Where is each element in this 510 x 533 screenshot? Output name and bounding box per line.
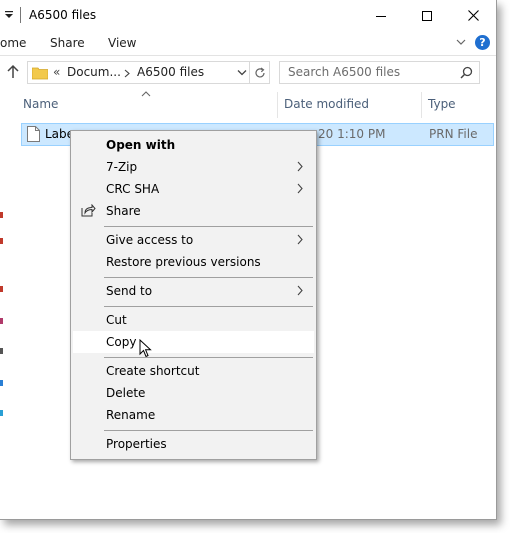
nav-pane-fragment <box>0 348 3 354</box>
menu-item-7zip[interactable]: 7-Zip <box>73 156 314 178</box>
breadcrumb-chevron-icon <box>124 69 130 78</box>
column-date-modified[interactable]: Date modified <box>284 97 369 111</box>
tab-view[interactable]: View <box>108 36 136 50</box>
menu-item-open-with[interactable]: Open with <box>73 134 314 156</box>
menu-item-label: Restore previous versions <box>106 255 261 269</box>
menu-item-label: Properties <box>106 437 167 451</box>
submenu-arrow-icon <box>297 161 303 172</box>
title-bar: A6500 files <box>0 0 496 31</box>
menu-item-copy[interactable]: Copy <box>73 331 314 353</box>
menu-item-properties[interactable]: Properties <box>73 433 314 455</box>
menu-item-label: Rename <box>106 408 156 422</box>
help-icon[interactable]: ? <box>475 35 490 50</box>
minimize-button[interactable] <box>358 0 404 31</box>
nav-pane-fragment <box>0 212 3 218</box>
submenu-arrow-icon <box>297 183 303 194</box>
mouse-pointer-icon <box>139 339 152 358</box>
expand-ribbon-icon[interactable] <box>456 37 466 47</box>
menu-separator <box>104 277 313 278</box>
menu-item-cut[interactable]: Cut <box>73 309 314 331</box>
nav-pane-fragment <box>0 286 3 292</box>
menu-item-crc-sha[interactable]: CRC SHA <box>73 178 314 200</box>
title-separator <box>20 7 21 23</box>
nav-pane-fragment <box>0 380 3 386</box>
ribbon-tabs: ome Share View ? <box>0 31 496 56</box>
file-type: PRN File <box>429 127 478 141</box>
search-icon[interactable] <box>460 66 473 79</box>
search-input[interactable] <box>288 65 453 79</box>
menu-item-share[interactable]: Share <box>73 200 314 222</box>
document-icon <box>27 126 40 142</box>
overflow-chevron[interactable]: « <box>53 65 60 79</box>
file-date: 20 1:10 PM <box>318 127 386 141</box>
menu-item-label: Share <box>106 204 141 218</box>
tab-share[interactable]: Share <box>50 36 85 50</box>
column-divider[interactable] <box>277 92 278 118</box>
nav-pane-fragment <box>0 318 3 324</box>
nav-pane-fragment <box>0 238 3 244</box>
column-divider[interactable] <box>421 92 422 118</box>
menu-item-delete[interactable]: Delete <box>73 382 314 404</box>
submenu-arrow-icon <box>297 234 303 245</box>
menu-item-label: Cut <box>106 313 127 327</box>
refresh-icon <box>254 67 265 77</box>
column-type[interactable]: Type <box>428 97 456 111</box>
breadcrumb-current[interactable]: A6500 files <box>137 65 204 79</box>
submenu-arrow-icon <box>297 285 303 296</box>
sort-ascending-icon <box>141 91 151 97</box>
menu-item-label: Give access to <box>106 233 194 247</box>
menu-separator <box>104 430 313 431</box>
menu-item-label: Create shortcut <box>106 364 200 378</box>
tab-home[interactable]: ome <box>0 36 26 50</box>
address-bar[interactable]: « Docum... A6500 files <box>27 61 250 84</box>
maximize-icon <box>422 10 432 21</box>
share-icon <box>81 204 96 217</box>
chevron-down-icon[interactable] <box>237 69 247 77</box>
menu-separator <box>104 306 313 307</box>
refresh-button[interactable] <box>250 61 270 84</box>
menu-item-label: Delete <box>106 386 146 400</box>
folder-icon <box>32 67 48 80</box>
maximize-button[interactable] <box>404 0 450 31</box>
menu-separator <box>104 226 313 227</box>
menu-item-rename[interactable]: Rename <box>73 404 314 426</box>
nav-pane-fragment <box>0 410 3 416</box>
search-box[interactable] <box>279 61 480 84</box>
menu-item-give-access[interactable]: Give access to <box>73 229 314 251</box>
menu-item-label: CRC SHA <box>106 182 160 196</box>
breadcrumb-documents[interactable]: Docum... <box>67 65 121 79</box>
column-name[interactable]: Name <box>23 97 58 111</box>
close-button[interactable] <box>450 0 496 31</box>
up-arrow-icon[interactable] <box>6 64 20 80</box>
menu-item-label: 7-Zip <box>106 160 138 174</box>
quick-access-dropdown-icon[interactable] <box>4 9 14 21</box>
menu-item-send-to[interactable]: Send to <box>73 280 314 302</box>
window-title: A6500 files <box>29 8 97 22</box>
address-row: « Docum... A6500 files <box>0 56 496 89</box>
menu-item-label: Send to <box>106 284 153 298</box>
minimize-icon <box>376 15 386 17</box>
close-icon <box>467 10 479 21</box>
menu-item-create-shortcut[interactable]: Create shortcut <box>73 360 314 382</box>
menu-item-label: Copy <box>106 335 137 349</box>
menu-item-label: Open with <box>106 138 176 152</box>
context-menu: Open with 7-Zip CRC SHA Share Give acces… <box>70 130 317 460</box>
menu-separator <box>104 357 313 358</box>
menu-item-restore-previous[interactable]: Restore previous versions <box>73 251 314 273</box>
